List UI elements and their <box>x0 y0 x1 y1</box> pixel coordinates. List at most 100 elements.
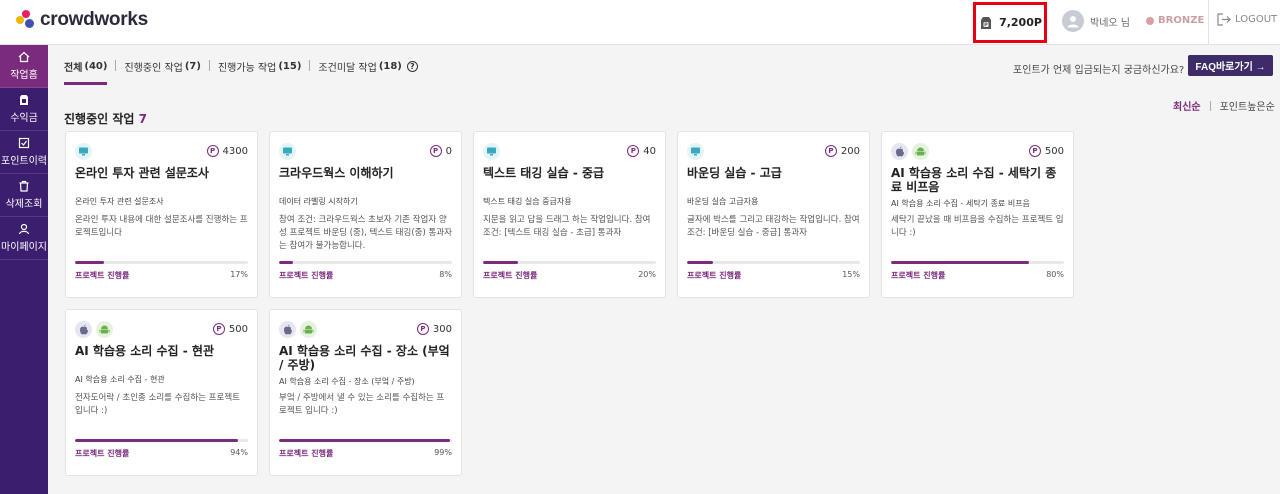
card-title: AI 학습용 소리 수집 - 현관 <box>75 344 214 358</box>
sidebar-item-label: 삭제조회 <box>5 199 43 210</box>
card-reward-value: 500 <box>228 323 248 335</box>
desktop-icon <box>487 147 496 155</box>
card-reward-value: 300 <box>432 323 452 335</box>
point-wallet-icon: P <box>981 16 992 29</box>
svg-text:P: P <box>984 22 988 28</box>
card-reward: P 4300 <box>206 145 248 157</box>
platform-pc <box>279 142 296 160</box>
help-icon[interactable]: ? <box>406 61 418 72</box>
point-coin-icon: P <box>206 145 219 157</box>
tab-in-progress[interactable]: 진행중인 작업 (7) <box>124 59 201 83</box>
logo-text: crowdworks <box>40 9 148 30</box>
platform-pc <box>75 142 92 160</box>
desktop-icon <box>283 147 292 155</box>
sidebar-item-earnings[interactable]: 수익금 <box>0 88 48 131</box>
task-card[interactable]: P 40 텍스트 태깅 실습 - 중급 텍스트 태깅 실습 중급자용 지문을 읽고 답을… <box>473 131 666 298</box>
logout-label: LOGOUT <box>1235 14 1278 25</box>
task-card[interactable]: P 300 AI 학습용 소리 수집 - 장소 (부엌 / 주방) AI 학습용 소리… <box>269 309 462 476</box>
tab-available[interactable]: 진행가능 작업 (15) <box>218 59 301 83</box>
progress-percent: 80% <box>1046 270 1064 279</box>
progress-fill <box>279 261 293 264</box>
card-subtitle: AI 학습용 소리 수집 - 장소 (부엌 / 주방) <box>279 377 415 386</box>
card-description: 부엌 / 주방에서 낼 수 있는 소리를 수집하는 프로젝트 입니다 :) <box>279 393 445 416</box>
card-reward-value: 4300 <box>222 145 248 157</box>
card-title: AI 학습용 소리 수집 - 세탁기 종료 비프음 <box>891 166 1057 194</box>
platform-pc <box>687 142 704 160</box>
card-reward-value: 0 <box>445 145 452 157</box>
platform-pc <box>483 142 500 160</box>
money-bag-icon <box>20 95 28 105</box>
point-coin-icon: P <box>429 145 442 157</box>
task-card[interactable]: P 500 AI 학습용 소리 수집 - 세탁기 종료 비프음 AI 학습용 소리 수… <box>881 131 1074 298</box>
card-description: 세탁기 끝났을 때 비프음을 수집하는 프로젝트 입니다 :) <box>891 215 1064 238</box>
progress-bar <box>687 261 860 264</box>
progress-fill <box>687 261 713 264</box>
user-menu[interactable]: 박네오 님 <box>1062 10 1130 32</box>
sidebar: 작업홈 수익금 포인트이력 삭제조회 마이페이지 <box>0 45 48 494</box>
point-coin-icon: P <box>1028 145 1041 157</box>
card-reward-value: 40 <box>643 145 656 157</box>
task-card[interactable]: P 4300 온라인 투자 관련 설문조사 온라인 투자 관련 설문조사 온라인 투자 … <box>65 131 258 298</box>
grade-dot-icon <box>1146 16 1154 25</box>
task-card[interactable]: P 0 크라우드웍스 이해하기 데이터 라벨링 시작하기 참여 조건: 크라우드웍스 초… <box>269 131 462 298</box>
task-card[interactable]: P 200 바운딩 실습 - 고급 바운딩 실습 고급자용 글자에 박스를 그리고 태깅… <box>677 131 870 298</box>
progress-label: 프로젝트 진행률 <box>75 449 130 458</box>
progress-label: 프로젝트 진행률 <box>891 271 946 280</box>
avatar <box>1062 10 1084 32</box>
point-history-icon <box>18 137 30 149</box>
tab-count: (15) <box>278 61 302 72</box>
trash-icon <box>19 180 29 192</box>
points-balance[interactable]: P 7,200P <box>973 2 1047 43</box>
card-description: 참여 조건: 크라우드웍스 초보자 기존 작업자 양성 프로젝트 바운딩 (중)… <box>279 215 452 251</box>
progress-label: 프로젝트 진행률 <box>75 271 130 280</box>
apple-icon <box>283 324 292 334</box>
platform-android <box>912 142 929 160</box>
card-header: P 200 <box>687 142 860 160</box>
progress-fill <box>891 261 1030 264</box>
progress-bar <box>75 261 248 264</box>
card-header: P0 <box>279 142 452 160</box>
sidebar-item-label: 수익금 <box>10 113 38 124</box>
card-reward: P0 <box>429 145 452 157</box>
tab-count: (40) <box>84 61 108 72</box>
android-icon <box>303 325 314 333</box>
card-description: 글자에 박스를 그리고 태깅하는 작업입니다. 참여조건: [바운딩 실습 - … <box>687 215 860 238</box>
tab-all[interactable]: 전체 (40) <box>64 59 108 85</box>
logo[interactable]: crowdworks <box>16 9 148 31</box>
sidebar-item-deleted[interactable]: 삭제조회 <box>0 174 48 217</box>
task-card[interactable]: P 500 AI 학습용 소리 수집 - 현관 AI 학습용 소리 수집 - 현관 전자… <box>65 309 258 476</box>
tab-label: 전체 <box>64 63 83 74</box>
logout-button[interactable]: LOGOUT <box>1217 13 1277 26</box>
sidebar-item-mypage[interactable]: 마이페이지 <box>0 217 48 260</box>
platform-android <box>300 320 317 338</box>
card-subtitle: AI 학습용 소리 수집 - 세탁기 종료 비프음 <box>891 199 1030 208</box>
progress-percent: 17% <box>230 270 248 279</box>
sort-latest[interactable]: 최신순 <box>1173 98 1201 113</box>
card-title: 온라인 투자 관련 설문조사 <box>75 166 209 180</box>
sort-points[interactable]: 포인트높은순 <box>1220 98 1275 113</box>
progress-bar <box>279 261 452 264</box>
sidebar-item-point-history[interactable]: 포인트이력 <box>0 131 48 174</box>
progress-label: 프로젝트 진행률 <box>279 449 334 458</box>
card-reward: P 500 <box>1028 145 1064 157</box>
card-subtitle: 온라인 투자 관련 설문조사 <box>75 197 164 206</box>
card-reward: P 500 <box>212 323 248 335</box>
progress-percent: 99% <box>434 448 452 457</box>
card-reward: P 40 <box>627 145 656 157</box>
points-value: 7,200P <box>999 16 1042 29</box>
tab-divider <box>208 60 210 71</box>
faq-button[interactable]: FAQ바로가기 → <box>1188 55 1273 76</box>
platform-ios <box>279 320 296 338</box>
progress-label: 프로젝트 진행률 <box>483 271 538 280</box>
sidebar-item-label: 포인트이력 <box>1 156 47 167</box>
android-icon <box>99 325 110 333</box>
sort-options: 최신순 포인트높은순 <box>1173 98 1275 113</box>
tab-ineligible[interactable]: 조건미달 작업 (18) ? <box>318 59 418 83</box>
tab-count: (18) <box>378 61 402 72</box>
progress-percent: 20% <box>638 270 656 279</box>
sort-divider <box>1209 100 1211 111</box>
sidebar-item-home[interactable]: 작업홈 <box>0 45 48 88</box>
point-coin-icon: P <box>212 323 225 335</box>
progress-fill <box>75 439 238 442</box>
progress-bar <box>279 439 452 442</box>
